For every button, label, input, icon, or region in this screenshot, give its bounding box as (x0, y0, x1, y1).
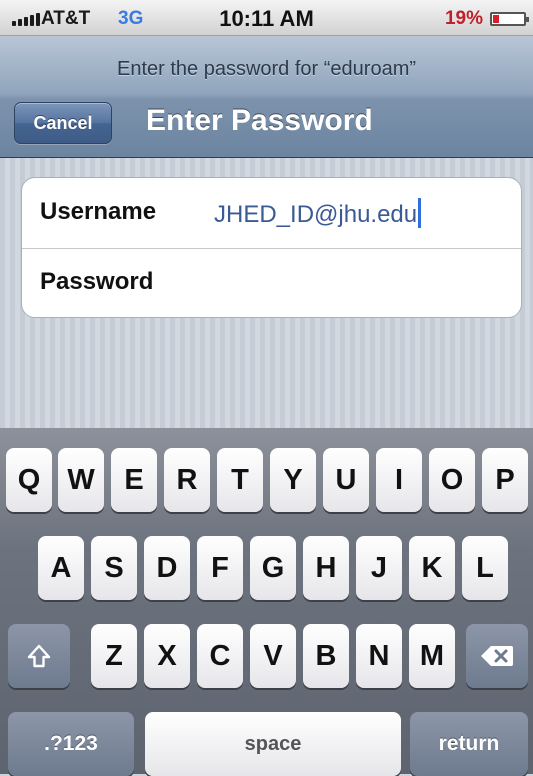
battery-level-fill (493, 15, 500, 23)
key-v[interactable]: V (250, 624, 296, 688)
key-e[interactable]: E (111, 448, 157, 512)
network-prompt: Enter the password for “eduroam” (116, 58, 417, 80)
key-n[interactable]: N (356, 624, 402, 688)
key-x[interactable]: X (144, 624, 190, 688)
username-field[interactable]: JHED_ID@jhu.edu (214, 198, 422, 229)
space-key[interactable]: space (145, 712, 401, 776)
key-l[interactable]: L (462, 536, 508, 600)
key-u[interactable]: U (323, 448, 369, 512)
return-key[interactable]: return (410, 712, 528, 776)
numbers-key[interactable]: .?123 (8, 712, 134, 776)
key-f[interactable]: F (197, 536, 243, 600)
key-k[interactable]: K (409, 536, 455, 600)
content-area: Username JHED_ID@jhu.edu Password (0, 158, 533, 428)
key-a[interactable]: A (38, 536, 84, 600)
navigation-bar: Enter the password for “eduroam” Cancel … (0, 36, 533, 158)
battery-percent: 19% (444, 8, 483, 29)
username-row[interactable]: Username JHED_ID@jhu.edu (22, 178, 521, 249)
cancel-button[interactable]: Cancel (14, 102, 112, 144)
key-y[interactable]: Y (270, 448, 316, 512)
key-h[interactable]: H (303, 536, 349, 600)
key-j[interactable]: J (356, 536, 402, 600)
key-r[interactable]: R (164, 448, 210, 512)
password-label: Password (40, 268, 154, 295)
key-p[interactable]: P (482, 448, 528, 512)
backspace-key[interactable] (466, 624, 528, 688)
key-z[interactable]: Z (91, 624, 137, 688)
key-t[interactable]: T (217, 448, 263, 512)
key-o[interactable]: O (429, 448, 475, 512)
shift-key[interactable] (8, 624, 70, 688)
key-q[interactable]: Q (6, 448, 52, 512)
key-d[interactable]: D (144, 536, 190, 600)
username-value: JHED_ID@jhu.edu (214, 201, 418, 228)
shift-icon (26, 643, 52, 669)
username-label: Username (40, 198, 157, 225)
backspace-icon (480, 644, 514, 668)
key-w[interactable]: W (58, 448, 104, 512)
key-i[interactable]: I (376, 448, 422, 512)
password-row[interactable]: Password (22, 248, 521, 317)
status-bar: AT&T 3G 10:11 AM 19% (0, 0, 533, 36)
key-b[interactable]: B (303, 624, 349, 688)
page-title: Enter Password (146, 104, 373, 137)
keyboard: Q W E R T Y U I O P A S D F G H J K L Z … (0, 428, 533, 776)
key-s[interactable]: S (91, 536, 137, 600)
key-m[interactable]: M (409, 624, 455, 688)
password-field[interactable] (214, 264, 498, 302)
key-g[interactable]: G (250, 536, 296, 600)
key-c[interactable]: C (197, 624, 243, 688)
text-cursor (418, 198, 422, 228)
credentials-form: Username JHED_ID@jhu.edu Password (21, 177, 522, 318)
battery-icon (490, 12, 529, 26)
